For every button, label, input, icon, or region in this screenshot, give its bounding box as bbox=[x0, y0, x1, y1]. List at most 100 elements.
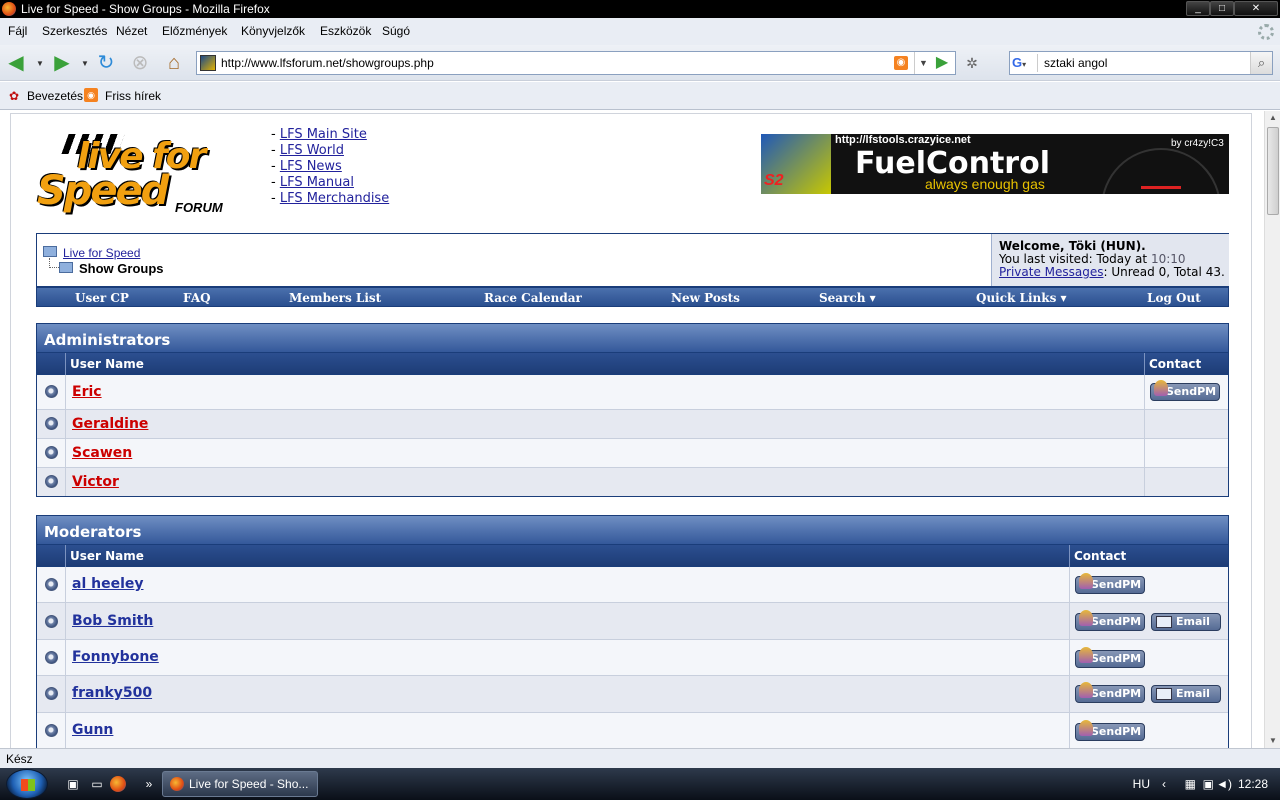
volume-icon[interactable]: ◄) bbox=[1216, 777, 1232, 791]
menu-help[interactable]: Súgó bbox=[382, 24, 410, 38]
bookmark-getting-started[interactable]: Bevezetés bbox=[27, 89, 83, 103]
addon-icon[interactable]: ✲ bbox=[962, 53, 982, 73]
last-visit-time: 10:10 bbox=[1150, 252, 1186, 266]
search-input[interactable]: sztaki angol bbox=[1044, 56, 1107, 70]
nav-new-posts[interactable]: New Posts bbox=[671, 291, 740, 305]
user-link[interactable]: Gunn bbox=[72, 722, 113, 738]
pm-user-icon bbox=[1079, 682, 1093, 698]
nav-faq[interactable]: FAQ bbox=[183, 291, 211, 305]
url-history-dropdown-icon[interactable]: ▼ bbox=[914, 52, 932, 74]
breadcrumb-root-link[interactable]: Live for Speed bbox=[63, 246, 140, 260]
link-manual[interactable]: LFS Manual bbox=[280, 175, 354, 190]
email-button[interactable]: Email bbox=[1151, 685, 1221, 703]
breadcrumb: Live for Speed bbox=[63, 246, 140, 260]
send-pm-button[interactable]: SendPM bbox=[1075, 573, 1145, 594]
email-button[interactable]: Email bbox=[1151, 613, 1221, 631]
search-box[interactable]: G▾ sztaki angol ⌕ bbox=[1009, 51, 1273, 75]
user-link[interactable]: Geraldine bbox=[72, 416, 148, 432]
nav-user-cp[interactable]: User CP bbox=[75, 291, 129, 305]
menu-tools[interactable]: Eszközök bbox=[320, 24, 371, 38]
send-pm-button[interactable]: SendPM bbox=[1150, 380, 1220, 401]
address-bar[interactable]: http://www.lfsforum.net/showgroups.php ◉… bbox=[196, 51, 956, 75]
search-engine-icon[interactable]: G▾ bbox=[1012, 54, 1038, 72]
page-title: Show Groups bbox=[79, 261, 164, 276]
nav-log-out[interactable]: Log Out bbox=[1147, 291, 1201, 305]
send-pm-button[interactable]: SendPM bbox=[1075, 682, 1145, 703]
user-link[interactable]: al heeley bbox=[72, 576, 144, 592]
user-link[interactable]: Fonnybone bbox=[72, 649, 159, 665]
email-icon bbox=[1156, 688, 1172, 700]
private-messages-link[interactable]: Private Messages bbox=[999, 265, 1104, 279]
user-bullet-icon bbox=[45, 385, 58, 398]
quicklaunch-more-icon[interactable]: » bbox=[140, 776, 158, 792]
user-info-panel: Welcome, Töki (HUN). You last visited: T… bbox=[991, 234, 1229, 286]
scroll-down-arrow-icon[interactable]: ▼ bbox=[1265, 734, 1280, 748]
search-magnifier-icon[interactable]: ⌕ bbox=[1250, 52, 1272, 74]
menu-file[interactable]: Fájl bbox=[8, 24, 27, 38]
go-arrow-icon[interactable]: ▶ bbox=[932, 53, 952, 73]
security-icon[interactable]: ▣ bbox=[1203, 777, 1214, 791]
user-link[interactable]: Bob Smith bbox=[72, 613, 153, 629]
link-news[interactable]: LFS News bbox=[280, 159, 342, 174]
logo-text-forum: FORUM bbox=[175, 200, 223, 215]
link-world[interactable]: LFS World bbox=[280, 143, 344, 158]
link-main-site[interactable]: LFS Main Site bbox=[280, 127, 367, 142]
scroll-thumb[interactable] bbox=[1267, 127, 1279, 215]
user-link[interactable]: Eric bbox=[72, 384, 102, 400]
user-bullet-icon bbox=[45, 687, 58, 700]
menu-history[interactable]: Előzmények bbox=[162, 24, 227, 38]
task-label: Live for Speed - Sho... bbox=[189, 777, 309, 791]
last-visit-label: You last visited: Today at bbox=[999, 252, 1148, 266]
start-button[interactable] bbox=[6, 769, 48, 799]
send-pm-button[interactable]: SendPM bbox=[1075, 610, 1145, 631]
url-text[interactable]: http://www.lfsforum.net/showgroups.php bbox=[221, 56, 434, 70]
menu-view[interactable]: Nézet bbox=[116, 24, 147, 38]
pm-info: : Unread 0, Total 43. bbox=[1103, 265, 1225, 279]
language-indicator[interactable]: HU bbox=[1133, 777, 1150, 791]
reload-icon[interactable]: ↻ bbox=[94, 52, 118, 74]
tray-expand-icon[interactable]: ‹ bbox=[1162, 777, 1166, 791]
lfs-forum-logo[interactable]: live for Speed FORUM bbox=[37, 134, 259, 216]
banner-s2-label: S2 bbox=[764, 172, 784, 189]
back-arrow-icon[interactable]: ◀ bbox=[4, 52, 28, 74]
throbber-icon bbox=[1258, 24, 1274, 40]
vertical-scrollbar[interactable]: ▲ ▼ bbox=[1264, 111, 1280, 748]
maximize-button[interactable]: □ bbox=[1210, 1, 1234, 16]
switch-windows-icon[interactable]: ▭ bbox=[88, 776, 106, 792]
forward-arrow-icon[interactable]: ▶ bbox=[50, 52, 74, 74]
minimize-button[interactable]: _ bbox=[1186, 1, 1210, 16]
menu-bookmarks[interactable]: Könyvjelzők bbox=[241, 24, 305, 38]
pm-user-icon bbox=[1079, 720, 1093, 736]
banner-tagline: always enough gas bbox=[925, 176, 1045, 192]
bookmarks-toolbar: ✿ Bevezetés ◉ Friss hírek bbox=[0, 82, 1280, 110]
rss-feed-icon[interactable]: ◉ bbox=[894, 56, 908, 70]
forward-dropdown-icon[interactable]: ▼ bbox=[81, 59, 89, 68]
fuelcontrol-banner[interactable]: S2 http://lfstools.crazyice.net by cr4zy… bbox=[761, 134, 1229, 194]
firefox-quicklaunch-icon[interactable] bbox=[110, 776, 126, 792]
send-pm-button[interactable]: SendPM bbox=[1075, 647, 1145, 668]
nav-race-calendar[interactable]: Race Calendar bbox=[484, 291, 582, 305]
firefox-icon bbox=[170, 777, 184, 791]
user-link[interactable]: franky500 bbox=[72, 685, 152, 701]
open-folder-icon bbox=[59, 262, 73, 273]
user-link[interactable]: Scawen bbox=[72, 445, 132, 461]
nav-members-list[interactable]: Members List bbox=[289, 291, 381, 305]
nav-search[interactable]: Search ▾ bbox=[819, 291, 876, 305]
rss-bookmark-icon: ◉ bbox=[84, 88, 98, 102]
windows-taskbar: ▣ ▭ » Live for Speed - Sho... HU ‹ ▦ ▣ ◄… bbox=[0, 768, 1280, 800]
show-desktop-icon[interactable]: ▣ bbox=[64, 776, 82, 792]
link-merchandise[interactable]: LFS Merchandise bbox=[280, 191, 389, 206]
clock[interactable]: 12:28 bbox=[1238, 777, 1268, 791]
network-icon[interactable]: ▦ bbox=[1185, 777, 1196, 791]
scroll-up-arrow-icon[interactable]: ▲ bbox=[1265, 111, 1280, 125]
taskbar-firefox-task[interactable]: Live for Speed - Sho... bbox=[162, 771, 318, 797]
back-dropdown-icon[interactable]: ▼ bbox=[36, 59, 44, 68]
user-link[interactable]: Victor bbox=[72, 474, 119, 490]
bookmark-latest-news[interactable]: Friss hírek bbox=[105, 89, 161, 103]
close-button[interactable]: ✕ bbox=[1234, 1, 1278, 16]
send-pm-button[interactable]: SendPM bbox=[1075, 720, 1145, 741]
home-icon[interactable]: ⌂ bbox=[162, 52, 186, 74]
nav-quick-links[interactable]: Quick Links ▾ bbox=[976, 291, 1067, 305]
stop-icon[interactable]: ⊗ bbox=[128, 52, 152, 74]
menu-edit[interactable]: Szerkesztés bbox=[42, 24, 107, 38]
